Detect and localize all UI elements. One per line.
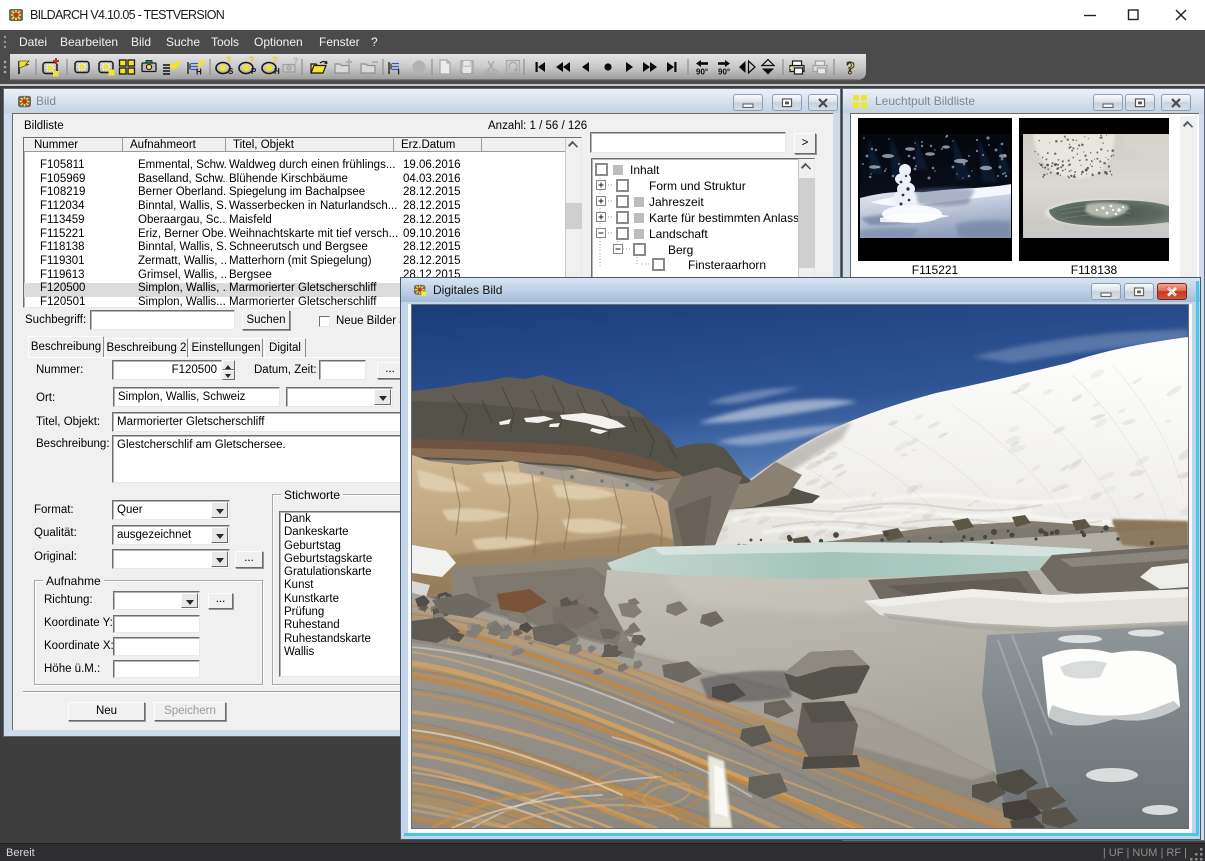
svg-text:?: ? [272, 55, 278, 65]
svg-text:Inhalt: Inhalt [630, 163, 660, 177]
svg-text:90°: 90° [696, 68, 708, 77]
svg-text:H: H [274, 67, 280, 76]
svg-text:Jahreszeit: Jahreszeit [649, 195, 704, 209]
svg-text:Karte für bestimmten Anlass: Karte für bestimmten Anlass [649, 211, 799, 225]
svg-text:P: P [251, 67, 257, 76]
svg-text:H: H [196, 68, 202, 77]
svg-text:90°: 90° [718, 68, 730, 77]
svg-text:I: I [398, 68, 400, 77]
svg-text:?: ? [846, 58, 855, 78]
svg-text:Finsteraarhorn: Finsteraarhorn [688, 258, 766, 272]
svg-text:S: S [228, 67, 234, 76]
svg-text:?: ? [293, 56, 299, 66]
svg-text:Landschaft: Landschaft [649, 227, 708, 241]
svg-text:?: ? [226, 55, 232, 65]
svg-text:Berg: Berg [668, 243, 693, 257]
svg-text:?: ? [249, 55, 255, 65]
svg-text:Form und Struktur: Form und Struktur [649, 179, 746, 193]
